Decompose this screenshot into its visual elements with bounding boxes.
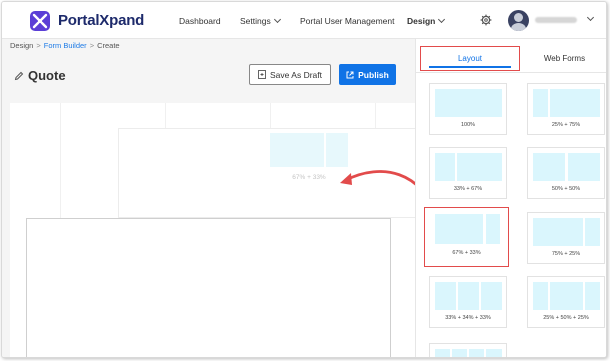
layout-card-33-67[interactable]: 33% + 67% xyxy=(429,147,507,199)
layout-card-33-34-33[interactable]: 33% + 34% + 33% xyxy=(429,276,507,328)
publish-button[interactable]: Publish xyxy=(339,64,396,85)
layout-column xyxy=(486,214,500,244)
layout-column xyxy=(486,349,502,357)
app-window: PortalXpand Dashboard Settings Portal Us… xyxy=(1,1,607,358)
layout-column xyxy=(533,89,548,117)
layout-column xyxy=(533,153,565,181)
layout-card-100[interactable]: 100% xyxy=(429,83,507,135)
chevron-down-icon xyxy=(273,15,281,24)
preview-column-67 xyxy=(270,133,324,167)
layout-column xyxy=(585,282,600,310)
tab-layout[interactable]: Layout xyxy=(420,46,520,71)
layout-label: 100% xyxy=(460,122,476,128)
draft-document-icon xyxy=(258,70,266,79)
nav-design-label: Design xyxy=(407,16,436,26)
breadcrumb-create: Create xyxy=(97,41,120,50)
username-blurred xyxy=(535,17,577,23)
tabs-divider xyxy=(416,72,606,73)
layout-column xyxy=(568,153,600,181)
chevron-down-icon[interactable] xyxy=(586,13,595,22)
breadcrumb-form-builder[interactable]: Form Builder xyxy=(44,41,87,50)
avatar[interactable] xyxy=(508,10,529,31)
layout-panel: Layout Web Forms 100% 25% + 75% 33% + 67… xyxy=(415,39,606,357)
tab-web-forms[interactable]: Web Forms xyxy=(520,46,606,71)
breadcrumb: Design > Form Builder > Create xyxy=(10,41,120,50)
external-link-icon xyxy=(346,71,354,78)
layout-column xyxy=(435,153,455,181)
layout-column xyxy=(533,282,548,310)
page-title: Quote xyxy=(14,68,66,83)
nav-dashboard[interactable]: Dashboard xyxy=(179,16,221,26)
layout-card-25-50-25[interactable]: 25% + 50% + 25% xyxy=(527,276,605,328)
layout-card-partial[interactable] xyxy=(429,343,507,357)
layout-column xyxy=(435,349,450,357)
active-tab-indicator xyxy=(429,66,511,68)
layout-column xyxy=(458,282,479,310)
nav-settings-label: Settings xyxy=(240,16,271,26)
breadcrumb-separator: > xyxy=(36,41,41,50)
nav-dashboard-label: Dashboard xyxy=(179,16,221,26)
layout-label: 50% + 50% xyxy=(551,186,581,192)
chevron-down-icon xyxy=(438,15,446,24)
layout-label: 33% + 34% + 33% xyxy=(445,315,491,321)
nav-portal-user-management-label: Portal User Management xyxy=(300,16,395,26)
layout-label: 67% + 33% xyxy=(452,250,481,256)
layout-card-50-50[interactable]: 50% + 50% xyxy=(527,147,605,199)
nav-portal-user-management[interactable]: Portal User Management xyxy=(300,16,395,26)
form-canvas[interactable]: 67% + 33% xyxy=(10,103,415,357)
layout-column xyxy=(469,349,484,357)
layout-label: 25% + 75% xyxy=(551,122,581,128)
breadcrumb-design[interactable]: Design xyxy=(10,41,33,50)
layout-column xyxy=(533,218,583,246)
nav-design[interactable]: Design xyxy=(407,15,446,26)
layout-column xyxy=(550,282,583,310)
breadcrumb-separator: > xyxy=(89,41,95,50)
pencil-icon[interactable] xyxy=(14,71,24,81)
layout-column xyxy=(435,89,502,117)
form-section[interactable] xyxy=(26,218,391,357)
nav-settings[interactable]: Settings xyxy=(240,15,281,26)
layout-label: 25% + 50% + 25% xyxy=(543,315,589,321)
gear-icon[interactable] xyxy=(480,14,492,26)
brand-name[interactable]: PortalXpand xyxy=(58,12,144,29)
form-title[interactable]: Quote xyxy=(28,68,66,83)
layout-column xyxy=(435,282,456,310)
layout-column xyxy=(435,214,483,244)
layout-label: 33% + 67% xyxy=(453,186,483,192)
publish-label: Publish xyxy=(358,69,389,80)
layout-card-25-75[interactable]: 25% + 75% xyxy=(527,83,605,135)
layout-column xyxy=(585,218,600,246)
tab-web-forms-label: Web Forms xyxy=(543,54,586,63)
save-as-draft-label: Save As Draft xyxy=(270,69,322,80)
layout-card-75-25[interactable]: 75% + 25% xyxy=(527,212,605,264)
layout-column xyxy=(452,349,467,357)
layout-column xyxy=(550,89,600,117)
top-nav: PortalXpand Dashboard Settings Portal Us… xyxy=(2,2,606,39)
layout-label: 75% + 25% xyxy=(551,251,581,257)
portalxpand-logo-icon[interactable] xyxy=(29,10,51,32)
layout-card-67-33[interactable]: 67% + 33% xyxy=(424,207,509,267)
tab-layout-label: Layout xyxy=(457,54,483,63)
save-as-draft-button[interactable]: Save As Draft xyxy=(249,64,331,85)
layout-column xyxy=(481,282,502,310)
layout-column xyxy=(457,153,502,181)
